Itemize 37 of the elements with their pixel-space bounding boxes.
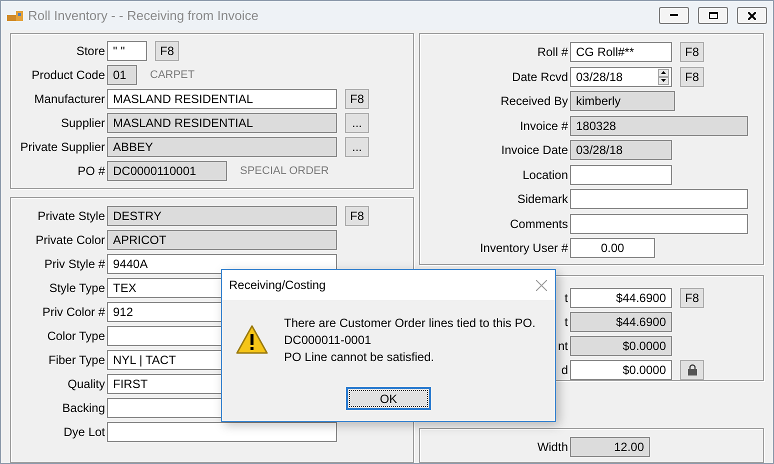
dialog-title: Receiving/Costing — [229, 278, 327, 292]
field-note: CARPET — [150, 69, 195, 81]
dialog-message: DC000011-0001 — [284, 333, 372, 347]
field-label: Supplier — [60, 115, 105, 132]
field-label: Invoice Date — [501, 142, 568, 159]
field-label: PO # — [78, 163, 105, 180]
field-label: Inventory User # — [480, 240, 568, 257]
field-label: Invoice # — [520, 118, 568, 134]
field-label: Private Style — [38, 208, 105, 225]
field-label: Private Color — [36, 232, 105, 249]
field-label: Quality — [68, 376, 105, 393]
window-title: Roll Inventory - - Receiving from Invoice — [28, 8, 260, 23]
field-note: SPECIAL ORDER — [240, 165, 329, 177]
field-label: Priv Color # — [42, 304, 105, 321]
field-label: Fiber Type — [48, 352, 105, 369]
field-label: Priv Style # — [44, 256, 105, 273]
field-label: Roll # — [537, 44, 568, 61]
field-label: Date Rcvd — [512, 68, 568, 86]
dialog-message: PO Line cannot be satisfied. — [284, 350, 436, 364]
field-label: Private Supplier — [20, 139, 105, 156]
field-label: Style Type — [49, 280, 105, 297]
field-label: t — [564, 290, 568, 307]
field-label: Width — [537, 439, 568, 456]
field-label: Manufacturer — [34, 91, 105, 108]
field-label: Comments — [510, 216, 568, 232]
field-label: Received By — [500, 93, 568, 110]
field-label: Store — [76, 43, 105, 60]
field-label: Location — [522, 166, 568, 184]
field-label: Backing — [62, 400, 105, 417]
field-label: Dye Lot — [64, 424, 105, 441]
field-label: Product Code — [32, 67, 105, 84]
field-label: Color Type — [47, 328, 105, 345]
field-label: nt — [558, 338, 568, 355]
field-label: d — [561, 362, 568, 379]
field-label: Sidemark — [517, 191, 568, 208]
dialog-message: There are Customer Order lines tied to this PO. — [284, 316, 536, 330]
field-label: t — [564, 314, 568, 331]
